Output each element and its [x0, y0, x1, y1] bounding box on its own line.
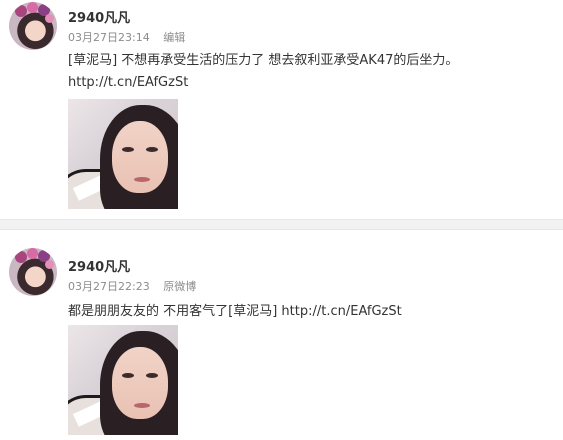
post-text: 都是朋朋友友的 不用客气了[草泥马] http://t.cn/EAfGzSt: [68, 304, 402, 319]
post-source[interactable]: 原微博: [163, 280, 196, 293]
post-source[interactable]: 编辑: [163, 31, 185, 44]
post-separator: [0, 219, 563, 230]
post-timestamp[interactable]: 03月27日23:14: [68, 31, 150, 44]
post-meta: 03月27日22:23 原微博: [68, 278, 196, 294]
username[interactable]: 2940凡凡: [68, 7, 130, 26]
avatar[interactable]: [9, 2, 57, 50]
post-timestamp[interactable]: 03月27日22:23: [68, 280, 150, 293]
feed-post: 2940凡凡 03月27日22:23 原微博 都是朋朋友友的 不用客气了[草泥马…: [0, 230, 563, 440]
feed-post: 2940凡凡 03月27日23:14 编辑 [草泥马] 不想再承受生活的压力了 …: [0, 0, 563, 219]
avatar[interactable]: [9, 248, 57, 296]
username[interactable]: 2940凡凡: [68, 256, 130, 275]
post-photo[interactable]: [68, 325, 178, 435]
post-meta: 03月27日23:14 编辑: [68, 29, 185, 45]
post-text: [草泥马] 不想再承受生活的压力了 想去叙利亚承受AK47的后坐力。: [68, 53, 459, 68]
weibo-feed: 2940凡凡 03月27日23:14 编辑 [草泥马] 不想再承受生活的压力了 …: [0, 0, 563, 440]
post-link[interactable]: http://t.cn/EAfGzSt: [68, 75, 188, 90]
post-photo[interactable]: [68, 99, 178, 209]
